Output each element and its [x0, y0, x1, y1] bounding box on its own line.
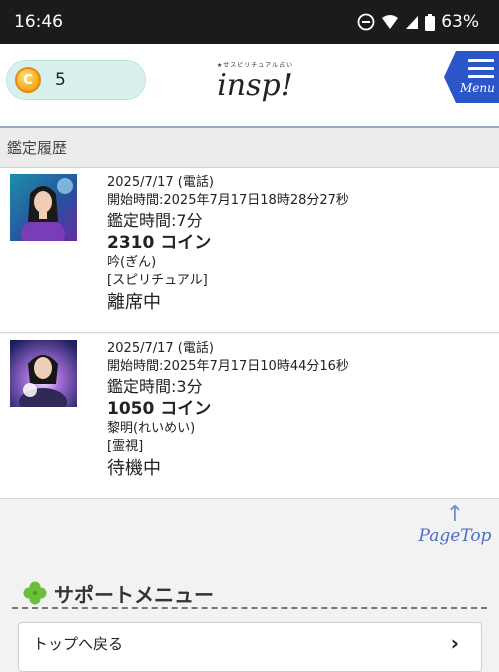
status-badge: 離席中: [107, 292, 161, 313]
chevron-right-icon: ›: [450, 631, 459, 655]
clock: 16:46: [14, 12, 63, 32]
history-item[interactable]: 2025/7/17 (電話) 開始時間:2025年7月17日10時44分16秒 …: [0, 334, 499, 499]
fortune-teller-name[interactable]: 吟(ぎん): [107, 254, 491, 272]
support-menu-title: サポートメニュー: [54, 582, 214, 607]
session-coins: 2310 コイン: [107, 233, 212, 253]
status-badge: 待機中: [107, 458, 161, 479]
page-top-button[interactable]: ↑ PageTop: [414, 504, 496, 558]
session-date: 2025/7/17 (電話): [107, 175, 214, 190]
history-details: 2025/7/17 (電話) 開始時間:2025年7月17日18時28分27秒 …: [107, 174, 491, 316]
signal-icon: [406, 16, 419, 29]
clover-icon: [23, 581, 47, 605]
back-to-top-label: トップへ戻る: [33, 635, 124, 653]
fortune-teller-avatar: [10, 174, 77, 241]
coin-icon: C: [15, 67, 41, 93]
app-header: C 5 ★せスピリチュアル占い insp! Menu: [0, 44, 499, 128]
session-duration: 鑑定時間:3分: [107, 377, 203, 396]
session-start-time: 開始時間:2025年7月17日18時28分27秒: [107, 193, 349, 208]
status-bar: 16:46 63%: [0, 0, 499, 44]
page-title: 鑑定履歴: [0, 128, 499, 168]
logo-text: insp!: [217, 68, 293, 103]
session-coins: 1050 コイン: [107, 399, 212, 419]
coin-balance[interactable]: C 5: [6, 60, 146, 100]
battery-level: 63%: [441, 12, 479, 32]
back-to-top-button[interactable]: トップへ戻る ›: [18, 622, 482, 672]
battery-icon: [425, 13, 436, 31]
session-start-time: 開始時間:2025年7月17日10時44分16秒: [107, 359, 349, 374]
arrow-up-icon: ↑: [445, 502, 465, 527]
fortune-teller-category: [霊視]: [107, 439, 144, 454]
fortune-teller-name[interactable]: 黎明(れいめい): [107, 420, 491, 438]
fortune-teller-category: [スピリチュアル]: [107, 273, 208, 288]
menu-label: Menu: [460, 81, 495, 95]
site-logo[interactable]: ★せスピリチュアル占い insp!: [205, 60, 305, 103]
hamburger-icon: [468, 59, 494, 83]
fortune-teller-avatar: [10, 340, 77, 407]
session-date: 2025/7/17 (電話): [107, 341, 214, 356]
history-item[interactable]: 2025/7/17 (電話) 開始時間:2025年7月17日18時28分27秒 …: [0, 168, 499, 333]
status-icons: 63%: [357, 12, 479, 32]
page-top-label: PageTop: [418, 526, 492, 546]
coin-count: 5: [55, 70, 66, 90]
menu-button[interactable]: Menu: [444, 51, 499, 103]
divider: [12, 607, 487, 609]
support-menu-heading: サポートメニュー: [22, 576, 214, 610]
wifi-icon: [382, 15, 399, 29]
session-duration: 鑑定時間:7分: [107, 211, 203, 230]
history-details: 2025/7/17 (電話) 開始時間:2025年7月17日10時44分16秒 …: [107, 340, 491, 482]
dnd-icon: [357, 13, 375, 31]
